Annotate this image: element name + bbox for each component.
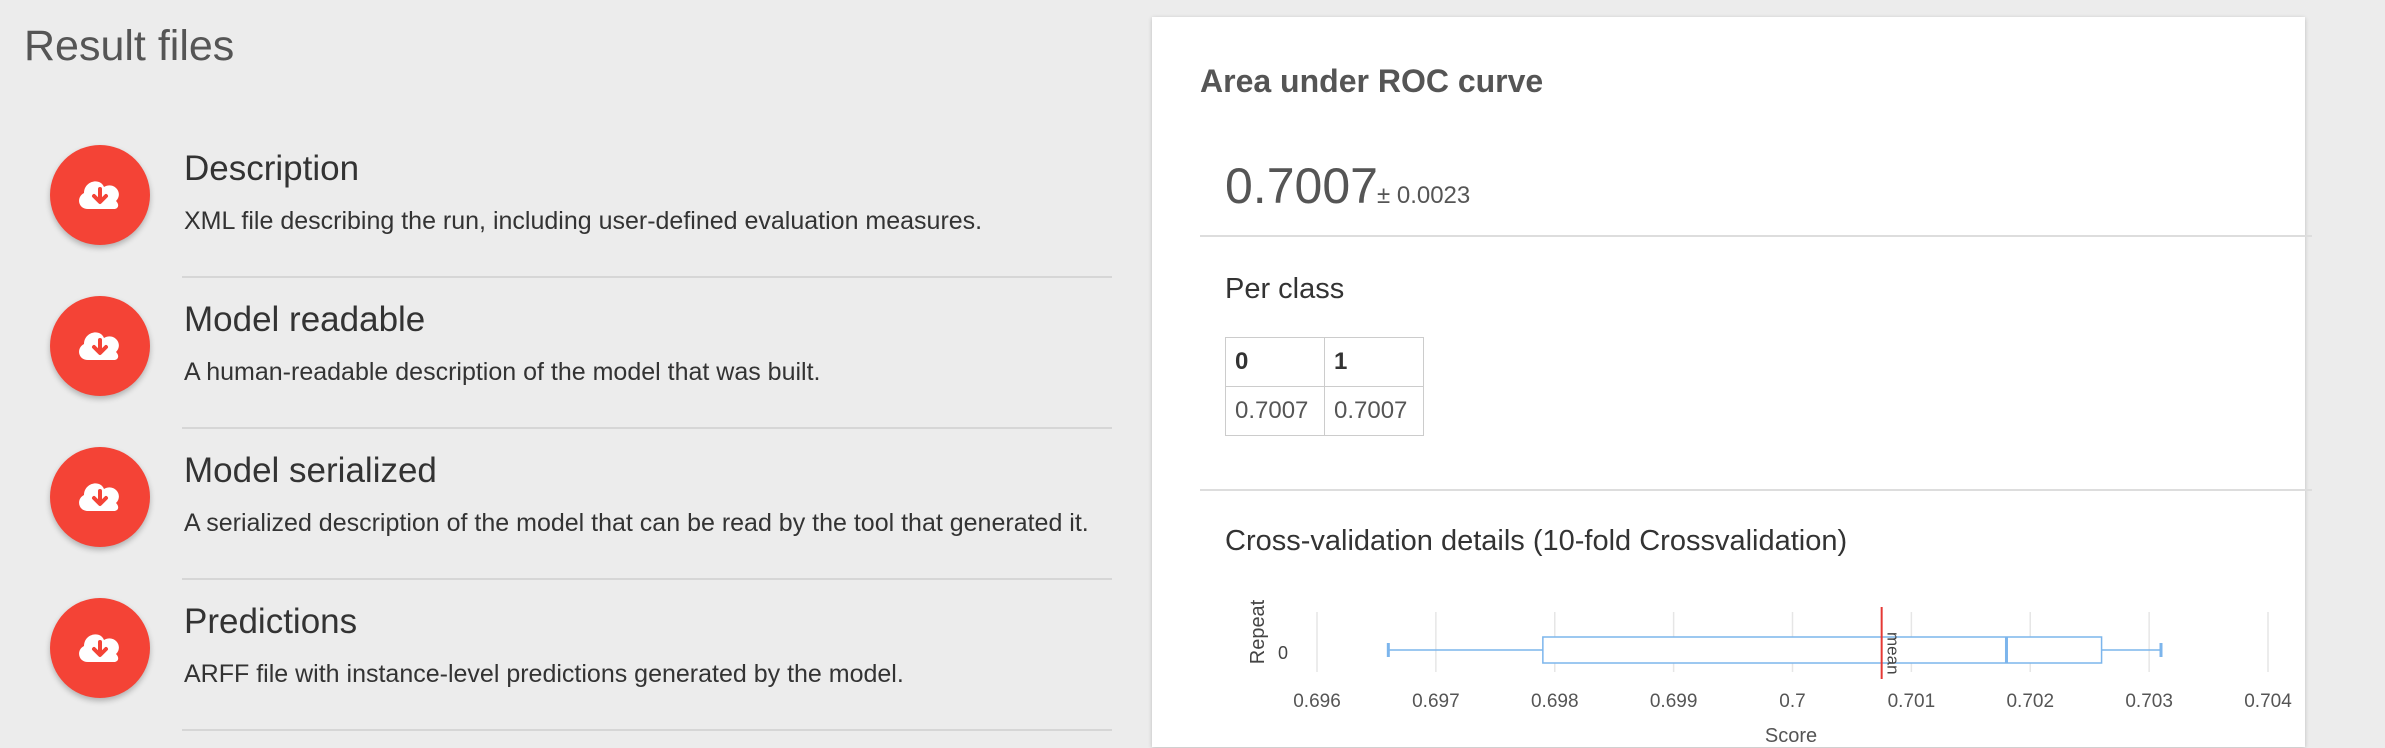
chart-x-axis-label: Score bbox=[1765, 725, 1817, 747]
file-item-description[interactable]: Description XML file describing the run,… bbox=[0, 145, 1115, 295]
mean-label: mean bbox=[1884, 632, 1903, 675]
file-name[interactable]: Model serialized bbox=[184, 451, 437, 491]
file-name[interactable]: Description bbox=[184, 149, 359, 189]
cv-title: Cross-validation details (10-fold Crossv… bbox=[1225, 525, 1848, 557]
cloud-download-icon[interactable] bbox=[50, 145, 150, 245]
file-description: A serialized description of the model th… bbox=[184, 509, 1089, 537]
file-item-model-readable[interactable]: Model readable A human-readable descript… bbox=[0, 296, 1115, 446]
result-files-panel: Result files Description XML file descri… bbox=[0, 0, 1120, 731]
cloud-download-icon[interactable] bbox=[50, 598, 150, 698]
chart-y-axis-label: Repeat bbox=[1247, 599, 1269, 664]
x-tick-label: 0.696 bbox=[1293, 691, 1341, 712]
table-cell: 0.7007 bbox=[1324, 386, 1424, 436]
table-header-cell: 0 bbox=[1225, 337, 1325, 387]
evaluation-card: Area under ROC curve 0.7007 ± 0.0023 Per… bbox=[1152, 17, 2312, 747]
table-row: 0.7007 0.7007 bbox=[1225, 386, 1424, 436]
divider bbox=[182, 276, 1112, 278]
box-iqr bbox=[1542, 636, 2103, 664]
chart-x-ticks: 0.696 0.697 0.698 0.699 0.7 0.701 0.702 0.703 0.… bbox=[1293, 691, 2292, 712]
divider bbox=[1200, 235, 2312, 237]
section-title: Result files bbox=[24, 22, 235, 70]
x-tick-label: 0.704 bbox=[2244, 691, 2292, 712]
cloud-download-icon[interactable] bbox=[50, 296, 150, 396]
file-name[interactable]: Predictions bbox=[184, 602, 357, 642]
chart-category-label: 0 bbox=[1278, 643, 1288, 663]
divider bbox=[182, 427, 1112, 429]
table-header-cell: 1 bbox=[1324, 337, 1424, 387]
file-description: A human-readable description of the mode… bbox=[184, 358, 821, 386]
chart-series: mean bbox=[1386, 607, 2163, 679]
file-name[interactable]: Model readable bbox=[184, 300, 425, 340]
file-description: XML file describing the run, including u… bbox=[184, 207, 983, 235]
x-tick-label: 0.697 bbox=[1412, 691, 1460, 712]
metric-value: 0.7007 bbox=[1225, 158, 1378, 214]
x-tick-label: 0.701 bbox=[1888, 691, 1936, 712]
x-tick-label: 0.703 bbox=[2125, 691, 2173, 712]
x-tick-label: 0.698 bbox=[1531, 691, 1579, 712]
divider bbox=[182, 578, 1112, 580]
card-title: Area under ROC curve bbox=[1200, 63, 1544, 99]
divider bbox=[1200, 489, 2312, 491]
file-item-model-serialized[interactable]: Model serialized A serialized descriptio… bbox=[0, 447, 1115, 597]
x-tick-label: 0.699 bbox=[1650, 691, 1698, 712]
per-class-title: Per class bbox=[1225, 273, 1345, 305]
x-tick-label: 0.702 bbox=[2006, 691, 2054, 712]
cloud-download-icon[interactable] bbox=[50, 447, 150, 547]
metric-std: ± 0.0023 bbox=[1377, 182, 1471, 209]
table-header-row: 0 1 bbox=[1225, 337, 1424, 387]
cv-boxplot: mean 0.696 0.697 0.698 0.699 0.7 0.701 0.702 0.… bbox=[1247, 599, 2292, 747]
per-class-table: 0 1 0.7007 0.7007 bbox=[1225, 337, 1424, 436]
x-tick-label: 0.7 bbox=[1779, 691, 1805, 712]
table-cell: 0.7007 bbox=[1225, 386, 1325, 436]
file-description: ARFF file with instance-level prediction… bbox=[184, 660, 904, 688]
file-item-predictions[interactable]: Predictions ARFF file with instance-leve… bbox=[0, 598, 1115, 748]
